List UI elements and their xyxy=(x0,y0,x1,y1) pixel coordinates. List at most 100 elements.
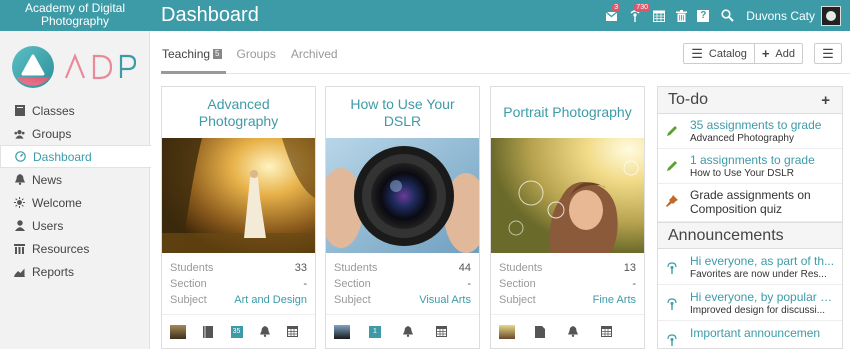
bell-icon[interactable] xyxy=(400,325,416,339)
sidebar-item-label: Dashboard xyxy=(33,149,92,164)
students-count: 13 xyxy=(623,262,636,274)
sidebar-item-reports[interactable]: Reports xyxy=(0,260,150,283)
calendar-icon[interactable] xyxy=(287,325,298,339)
section-label: Section xyxy=(334,278,371,290)
class-thumbnail-icon[interactable] xyxy=(334,324,350,339)
sidebar-item-classes[interactable]: Classes xyxy=(0,99,150,122)
class-info: Students 44 Section - Subject Visual Arts xyxy=(326,253,479,308)
bell-icon[interactable] xyxy=(565,325,581,339)
sidebar-item-resources[interactable]: Resources xyxy=(0,237,150,260)
tab-archived[interactable]: Archived xyxy=(291,47,338,61)
subject-link[interactable]: Fine Arts xyxy=(593,292,636,308)
section-value: - xyxy=(632,278,636,290)
announcements-title: Announcements xyxy=(668,226,784,244)
active-tab-indicator xyxy=(161,71,226,74)
class-thumbnail-icon[interactable] xyxy=(499,324,515,339)
students-count: 33 xyxy=(294,262,307,274)
sidebar-item-news[interactable]: News xyxy=(0,168,150,191)
todo-link[interactable]: 1 assignments to grade xyxy=(690,153,815,167)
document-icon[interactable] xyxy=(532,325,548,339)
user-name[interactable]: Duvons Caty xyxy=(746,9,815,23)
section-label: Section xyxy=(499,278,536,290)
class-card-portrait-photography[interactable]: Portrait Photography Students 13 Section -… xyxy=(490,86,645,349)
class-cover-image[interactable] xyxy=(491,138,644,253)
announcement-link[interactable]: Hi everyone, as part of th... xyxy=(690,254,834,268)
todo-item[interactable]: 1 assignments to grade How to Use Your D… xyxy=(658,149,842,184)
add-label: Add xyxy=(775,47,795,60)
calendar-icon[interactable] xyxy=(648,0,670,31)
todo-item[interactable]: 35 assignments to grade Advanced Photogr… xyxy=(658,114,842,149)
toolbar: ☰ Catalog + Add ☰ xyxy=(683,43,842,64)
search-icon[interactable] xyxy=(714,0,740,31)
inbox-badge: 3 xyxy=(612,3,621,12)
bell-icon xyxy=(14,174,25,185)
sidebar-item-dashboard[interactable]: Dashboard xyxy=(0,145,151,168)
trash-icon[interactable] xyxy=(670,0,692,31)
todo-class-name: How to Use Your DSLR xyxy=(690,168,794,179)
class-quick-links: 35 xyxy=(162,314,315,348)
plus-icon: + xyxy=(761,46,770,61)
announcement-item[interactable]: Important announcemen xyxy=(658,321,842,349)
help-icon[interactable]: ? xyxy=(692,0,714,31)
students-label: Students xyxy=(499,262,543,274)
class-card-how-to-use-your-dslr[interactable]: How to Use Your DSLR Students 44 Section -… xyxy=(325,86,480,349)
class-title[interactable]: Portrait Photography xyxy=(491,87,644,138)
avatar[interactable] xyxy=(821,5,841,26)
school-name-line2: Photography xyxy=(40,14,110,28)
class-title[interactable]: How to Use Your DSLR xyxy=(326,87,479,138)
sidebar-item-groups[interactable]: Groups xyxy=(0,122,150,145)
subject-link[interactable]: Art and Design xyxy=(234,292,307,308)
todo-link[interactable]: 35 assignments to grade xyxy=(690,118,821,132)
inbox-icon[interactable]: 3 xyxy=(600,0,622,31)
pin-icon xyxy=(666,194,682,216)
book-icon xyxy=(14,105,25,116)
tab-teaching[interactable]: Teaching 5 xyxy=(162,47,222,61)
assignments-count-icon[interactable]: 1 xyxy=(367,325,383,339)
sidebar-item-users[interactable]: Users xyxy=(0,214,150,237)
calendar-icon[interactable] xyxy=(433,325,449,339)
class-card-advanced-photography[interactable]: Advanced Photography Students 33 Section -… xyxy=(161,86,316,349)
announcement-preview: Improved design for discussi... xyxy=(690,305,826,316)
todo-item[interactable]: Grade assignments on Composition quiz xyxy=(658,184,842,222)
calendar-icon[interactable] xyxy=(598,325,614,339)
pencil-icon xyxy=(666,159,682,180)
pencil-icon xyxy=(666,124,682,145)
class-info: Students 33 Section - Subject Art and Desig… xyxy=(162,253,315,308)
assignments-count: 35 xyxy=(230,325,243,338)
todo-text[interactable]: Grade assignments on Composition quiz xyxy=(690,188,836,216)
assignments-count-icon[interactable]: 35 xyxy=(230,325,243,339)
school-name[interactable]: Academy of Digital Photography xyxy=(0,0,150,31)
broadcast-icon xyxy=(666,333,682,349)
add-todo-icon[interactable]: + xyxy=(821,92,830,109)
class-thumbnail-icon[interactable] xyxy=(170,324,186,339)
chart-icon xyxy=(14,266,25,277)
notebook-icon[interactable] xyxy=(203,325,214,339)
sidebar-item-label: Resources xyxy=(32,241,90,256)
class-title[interactable]: Advanced Photography xyxy=(162,87,315,138)
catalog-button[interactable]: ☰ Catalog xyxy=(684,44,754,63)
adp-logo[interactable] xyxy=(11,44,137,90)
class-cover-image[interactable] xyxy=(162,138,315,253)
add-button[interactable]: + Add xyxy=(753,44,802,63)
tab-groups[interactable]: Groups xyxy=(237,47,276,61)
assignments-count: 1 xyxy=(369,325,381,338)
users-icon xyxy=(14,128,25,139)
announcement-item[interactable]: Hi everyone, by popular re... Improved d… xyxy=(658,285,842,321)
sidebar-nav: Classes Groups Dashboard News Welcome Us… xyxy=(0,99,151,283)
menu-button[interactable]: ☰ xyxy=(814,43,842,64)
sidebar: Classes Groups Dashboard News Welcome Us… xyxy=(0,31,151,349)
announcement-link[interactable]: Important announcemen xyxy=(690,326,820,340)
tab-divider xyxy=(161,73,850,74)
todo-header: To-do + xyxy=(658,87,842,114)
class-cover-image[interactable] xyxy=(326,138,479,253)
bell-icon[interactable] xyxy=(259,325,271,339)
announcement-item[interactable]: Hi everyone, as part of th... Favorites … xyxy=(658,249,842,285)
subject-label: Subject xyxy=(334,294,371,306)
notifications-icon[interactable]: 730 xyxy=(622,0,650,31)
right-panel: To-do + 35 assignments to grade Advanced… xyxy=(657,86,843,349)
class-info: Students 13 Section - Subject Fine Arts xyxy=(491,253,644,308)
announcement-link[interactable]: Hi everyone, by popular re... xyxy=(690,290,836,304)
subject-link[interactable]: Visual Arts xyxy=(419,292,471,308)
sidebar-item-welcome[interactable]: Welcome xyxy=(0,191,150,214)
tab-label: Teaching xyxy=(162,47,211,61)
